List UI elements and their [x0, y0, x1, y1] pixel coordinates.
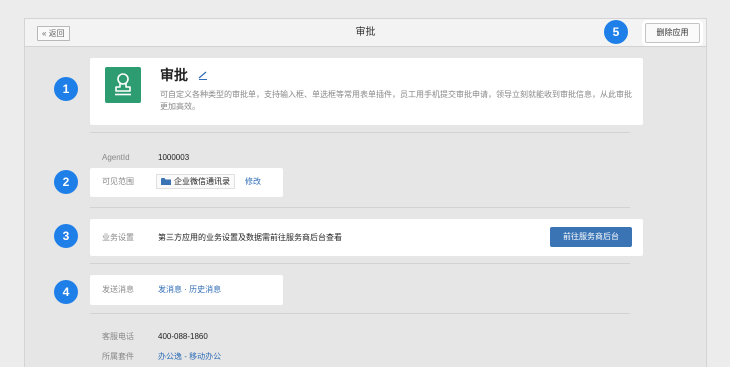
- divider: [90, 207, 630, 208]
- agentid-value: 1000003: [158, 153, 190, 162]
- delete-app-button[interactable]: 删除应用: [645, 23, 700, 43]
- callout-badge-2: 2: [54, 170, 78, 194]
- suite-label: 所属套件: [102, 352, 134, 361]
- divider: [90, 132, 630, 133]
- message-links[interactable]: 发消息 · 历史消息: [158, 284, 221, 296]
- business-settings-card: 业务设置 第三方应用的业务设置及数据需前往服务商后台查看 前往服务商后台: [90, 219, 643, 256]
- app-description: 可自定义各种类型的审批单，支持输入框、单选框等常用表单插件，员工用手机提交审批申…: [160, 90, 632, 111]
- support-phone-label: 客服电话: [102, 332, 134, 341]
- visibility-scope-card: 可见范围 企业微信通讯录 修改: [90, 168, 283, 197]
- scope-label: 可见范围: [102, 177, 134, 186]
- divider: [90, 313, 630, 314]
- send-message-card: 发送消息 发消息 · 历史消息: [90, 275, 283, 305]
- folder-icon: [161, 178, 171, 185]
- scope-edit-link[interactable]: 修改: [245, 176, 261, 188]
- edit-pencil-icon[interactable]: [197, 69, 209, 81]
- support-phone-value: 400-088-1860: [158, 332, 208, 341]
- stamp-icon: [105, 67, 141, 103]
- scope-tag: 企业微信通讯录: [156, 174, 235, 189]
- callout-badge-1: 1: [54, 77, 78, 101]
- app-info-card: 审批 可自定义各种类型的审批单，支持输入框、单选框等常用表单插件，员工用手机提交…: [90, 58, 643, 125]
- app-detail-panel: « 返回 审批 删除应用 审批 可自定义各种类型的审批单，支持输入框、单选框等常…: [24, 18, 707, 367]
- app-name: 审批: [160, 67, 188, 83]
- callout-badge-3: 3: [54, 224, 78, 248]
- suite-link[interactable]: 办公逸 - 移动办公: [158, 351, 221, 363]
- business-label: 业务设置: [102, 233, 134, 242]
- divider: [90, 263, 630, 264]
- scope-value: 企业微信通讯录: [174, 177, 230, 186]
- agentid-label: AgentId: [102, 153, 130, 162]
- service-backend-button[interactable]: 前往服务商后台: [550, 227, 632, 247]
- callout-badge-5: 5: [604, 20, 628, 44]
- message-label: 发送消息: [102, 285, 134, 294]
- callout-badge-4: 4: [54, 280, 78, 304]
- business-value: 第三方应用的业务设置及数据需前往服务商后台查看: [158, 233, 342, 242]
